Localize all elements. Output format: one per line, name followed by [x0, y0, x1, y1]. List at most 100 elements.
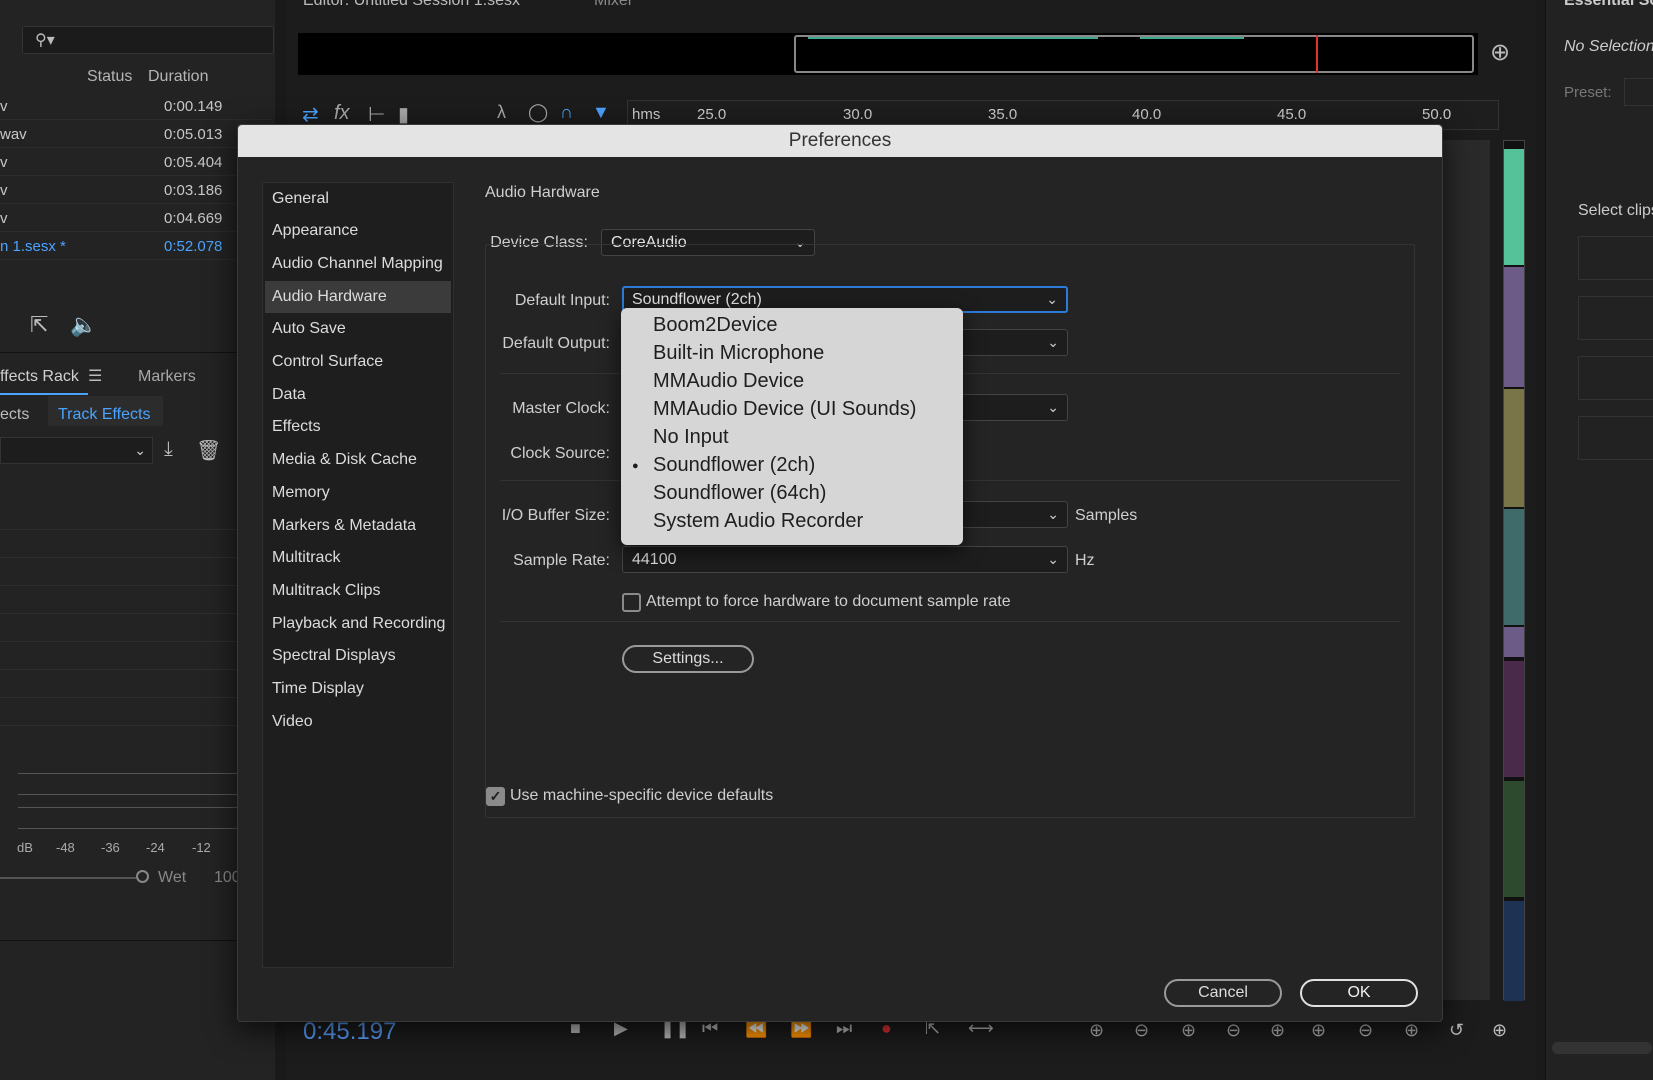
rack-slot[interactable] — [0, 698, 240, 726]
sample-rate-label: Sample Rate: — [513, 552, 610, 569]
category-audio-channel-mapping[interactable]: Audio Channel Mapping — [265, 248, 451, 280]
zoom-out-amplitude-icon[interactable]: ⊖ — [1134, 1020, 1149, 1041]
category-appearance[interactable]: Appearance — [265, 215, 451, 247]
zoom-in-amplitude-icon[interactable]: ⊕ — [1089, 1020, 1104, 1041]
file-row[interactable]: v 0:00.149 — [0, 92, 272, 120]
chevron-down-icon: ⌄ — [134, 442, 146, 458]
rack-slot[interactable] — [0, 558, 240, 586]
menu-item-soundflower-2ch[interactable]: Soundflower (2ch) — [653, 454, 815, 477]
force-sample-rate-checkbox[interactable] — [622, 593, 641, 612]
status-column-header[interactable]: Status — [87, 68, 132, 86]
editor-tab[interactable]: Editor: Untitled Session 1.sesx — [303, 0, 520, 10]
chevron-down-icon: ⌄ — [1047, 551, 1059, 567]
ok-button[interactable]: OK — [1300, 979, 1418, 1007]
time-select-icon[interactable]: ◯ — [528, 102, 548, 123]
category-general[interactable]: General — [265, 183, 451, 215]
cancel-button[interactable]: Cancel — [1164, 979, 1282, 1007]
export-icon[interactable]: ⇱ — [30, 312, 48, 338]
trash-icon[interactable]: 🗑 — [196, 438, 221, 463]
file-row[interactable]: v 0:05.404 — [0, 148, 272, 176]
overview-viewport[interactable] — [794, 35, 1474, 73]
menu-item-system-audio-recorder[interactable]: System Audio Recorder — [653, 510, 863, 533]
machine-defaults-checkbox[interactable]: ✓ — [486, 787, 505, 806]
files-search-input[interactable]: ⚲▾ — [22, 26, 274, 54]
sample-rate-select[interactable]: 44100 ⌄ — [622, 546, 1068, 573]
zoom-tracks-icon[interactable]: ⊕ — [1492, 1020, 1507, 1041]
vertical-zoom-bar[interactable] — [1503, 140, 1525, 1001]
default-input-dropdown-menu: Boom2Device Built-in Microphone MMAudio … — [621, 308, 963, 545]
category-multitrack[interactable]: Multitrack — [265, 542, 451, 574]
rack-slot[interactable] — [0, 530, 240, 558]
rack-slot[interactable] — [0, 670, 240, 698]
menu-item-boom2device[interactable]: Boom2Device — [653, 314, 778, 337]
mixer-tab[interactable]: Mixer — [594, 0, 633, 10]
rack-slot[interactable] — [0, 586, 240, 614]
scrollbar[interactable] — [1552, 1042, 1652, 1054]
category-playback-recording[interactable]: Playback and Recording — [265, 608, 451, 640]
file-row[interactable]: v 0:04.669 — [0, 204, 272, 232]
force-sample-rate-label: Attempt to force hardware to document sa… — [646, 593, 1011, 610]
file-row[interactable]: n 1.sesx * 0:52.078 — [0, 232, 272, 260]
sample-rate-unit: Hz — [1075, 552, 1095, 569]
dialog-title: Preferences — [238, 125, 1442, 157]
zoom-out-point-icon[interactable]: ⊖ — [1358, 1020, 1373, 1041]
duration-column-header[interactable]: Duration — [148, 68, 208, 86]
section-title: Audio Hardware — [485, 184, 600, 201]
category-markers-metadata[interactable]: Markers & Metadata — [265, 510, 451, 542]
tab-effects-rack[interactable]: ffects Rack — [0, 368, 79, 386]
category-auto-save[interactable]: Auto Save — [265, 313, 451, 345]
zoom-reset-icon[interactable]: ↺ — [1449, 1020, 1464, 1041]
rack-slot[interactable] — [0, 502, 240, 530]
fx-icon[interactable]: fx — [334, 102, 350, 125]
menu-item-builtin-microphone[interactable]: Built-in Microphone — [653, 342, 824, 365]
level-meter — [18, 807, 238, 829]
category-media-disk-cache[interactable]: Media & Disk Cache — [265, 444, 451, 476]
current-time-readout: 0:45.197 — [303, 1018, 397, 1045]
chevron-down-icon: ⌄ — [1047, 399, 1059, 415]
rack-slot[interactable] — [0, 642, 240, 670]
buffer-size-label: I/O Buffer Size: — [501, 507, 610, 524]
menu-item-soundflower-64ch[interactable]: Soundflower (64ch) — [653, 482, 826, 505]
marker-icon[interactable]: ▼ — [592, 102, 610, 123]
wet-slider-track[interactable] — [0, 877, 136, 879]
autoplay-speaker-icon[interactable]: 🔈 — [70, 312, 97, 338]
menu-item-no-input[interactable]: No Input — [653, 426, 729, 449]
menu-item-mmaudio-ui-sounds[interactable]: MMAudio Device (UI Sounds) — [653, 398, 916, 421]
category-audio-hardware[interactable]: Audio Hardware — [265, 281, 451, 313]
zoom-out-time-icon[interactable]: ⊖ — [1226, 1020, 1241, 1041]
snap-icon[interactable]: ∩ — [560, 102, 573, 123]
wet-slider-handle[interactable] — [136, 870, 149, 883]
category-control-surface[interactable]: Control Surface — [265, 346, 451, 378]
zoom-selection-icon[interactable]: ⊕ — [1404, 1020, 1419, 1041]
files-panel: ⚲▾ Status Duration v 0:00.149 wav 0:05.013… — [0, 0, 275, 1080]
settings-button[interactable]: Settings... — [622, 645, 754, 673]
tool-icon[interactable]: λ — [497, 102, 506, 123]
zoom-in-point-icon[interactable]: ⊕ — [1311, 1020, 1326, 1041]
active-tab-underline — [0, 393, 88, 395]
overview-waveform[interactable] — [298, 33, 1478, 75]
zoom-full-icon[interactable]: ⊕ — [1270, 1020, 1285, 1041]
rack-slot[interactable] — [0, 614, 240, 642]
preset-select[interactable]: ⌄ — [0, 437, 153, 464]
panel-menu-icon[interactable]: ☰ — [88, 366, 102, 386]
preferences-dialog: Preferences General Appearance Audio Cha… — [237, 124, 1443, 1022]
tab-clip-effects[interactable]: ects — [0, 406, 29, 424]
category-effects[interactable]: Effects — [265, 411, 451, 443]
menu-item-mmaudio-device[interactable]: MMAudio Device — [653, 370, 804, 393]
tab-track-effects[interactable]: Track Effects — [58, 406, 150, 424]
zoom-in-time-icon[interactable]: ⊕ — [1181, 1020, 1196, 1041]
zoom-to-fit-icon[interactable]: ⊕ — [1490, 38, 1510, 67]
search-icon: ⚲▾ — [35, 32, 55, 49]
category-multitrack-clips[interactable]: Multitrack Clips — [265, 575, 451, 607]
category-spectral-displays[interactable]: Spectral Displays — [265, 640, 451, 672]
save-preset-icon[interactable]: ⤓ — [164, 438, 173, 461]
category-memory[interactable]: Memory — [265, 477, 451, 509]
category-time-display[interactable]: Time Display — [265, 673, 451, 705]
category-list: General Appearance Audio Channel Mapping… — [262, 182, 454, 968]
file-row[interactable]: wav 0:05.013 — [0, 120, 272, 148]
file-row[interactable]: v 0:03.186 — [0, 176, 272, 204]
category-video[interactable]: Video — [265, 706, 451, 738]
buffer-unit: Samples — [1075, 507, 1138, 524]
tab-markers[interactable]: Markers — [138, 368, 196, 386]
category-data[interactable]: Data — [265, 379, 451, 411]
